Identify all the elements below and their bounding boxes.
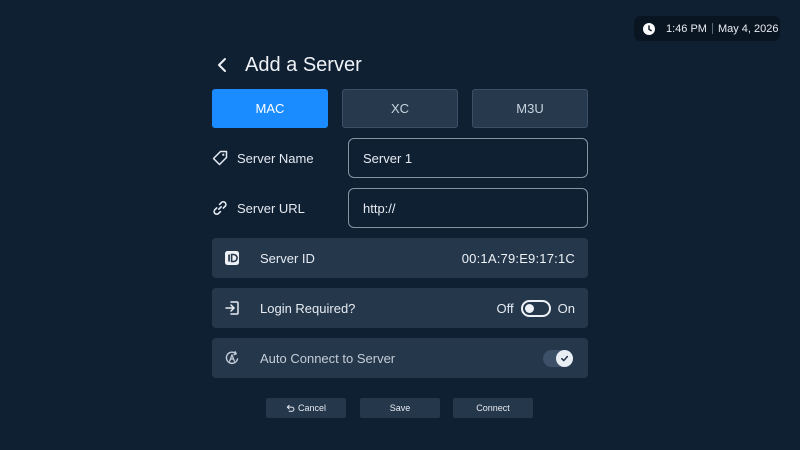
server-name-label: Server Name (237, 150, 314, 166)
cancel-label: Cancel (297, 403, 326, 413)
auto-connect-panel: Auto Connect to Server (212, 338, 588, 378)
login-required-panel: Login Required? Off On (212, 288, 588, 328)
login-required-label: Login Required? (260, 300, 356, 316)
id-badge-icon (225, 251, 239, 265)
action-bar: Cancel Save Connect (266, 398, 534, 418)
login-icon (225, 301, 239, 315)
tag-icon (212, 150, 228, 166)
server-url-label-group: Server URL (212, 200, 348, 216)
server-name-label-group: Server Name (212, 150, 348, 166)
tab-xc[interactable]: XC (342, 89, 458, 128)
undo-icon (286, 404, 295, 412)
clock-icon (643, 22, 655, 35)
page-header: Add a Server (212, 50, 362, 80)
status-date: May 4, 2026 (717, 22, 779, 35)
login-required-toggle[interactable] (520, 299, 551, 317)
connect-button[interactable]: Connect (453, 398, 533, 418)
tab-mac[interactable]: MAC (212, 89, 328, 128)
cancel-button[interactable]: Cancel (266, 398, 346, 418)
toggle-off-label: Off (496, 300, 514, 316)
save-button[interactable]: Save (360, 398, 440, 418)
save-label: Save (389, 403, 411, 413)
back-button[interactable] (212, 55, 232, 75)
check-icon (561, 355, 569, 361)
server-url-label: Server URL (237, 200, 305, 216)
login-required-toggle-group: Off On (496, 299, 575, 317)
toggle-on-label: On (557, 300, 575, 316)
auto-connect-label: Auto Connect to Server (260, 350, 396, 366)
server-id-label: Server ID (260, 250, 315, 266)
server-name-row: Server Name (212, 138, 588, 178)
link-icon (213, 201, 227, 215)
server-id-value: 00:1A:79:E9:17:1C (461, 250, 575, 266)
server-url-input[interactable] (348, 188, 588, 228)
page-title: Add a Server (245, 53, 362, 76)
back-chevron-icon (218, 58, 226, 72)
server-name-input[interactable] (348, 138, 588, 178)
status-time: 1:46 PM (666, 22, 707, 35)
tab-m3u[interactable]: M3U (472, 89, 588, 128)
status-separator (711, 23, 713, 34)
auto-connect-toggle[interactable] (543, 349, 573, 367)
server-id-panel: Server ID 00:1A:79:E9:17:1C (212, 238, 588, 278)
status-clock: 1:46 PM May 4, 2026 (634, 16, 780, 41)
auto-connect-icon (225, 351, 239, 365)
server-type-tabs: MAC XC M3U (212, 89, 588, 128)
connect-label: Connect (476, 403, 510, 413)
server-url-row: Server URL (212, 188, 588, 228)
toggle-knob (524, 303, 534, 313)
toggle-knob (556, 349, 573, 367)
